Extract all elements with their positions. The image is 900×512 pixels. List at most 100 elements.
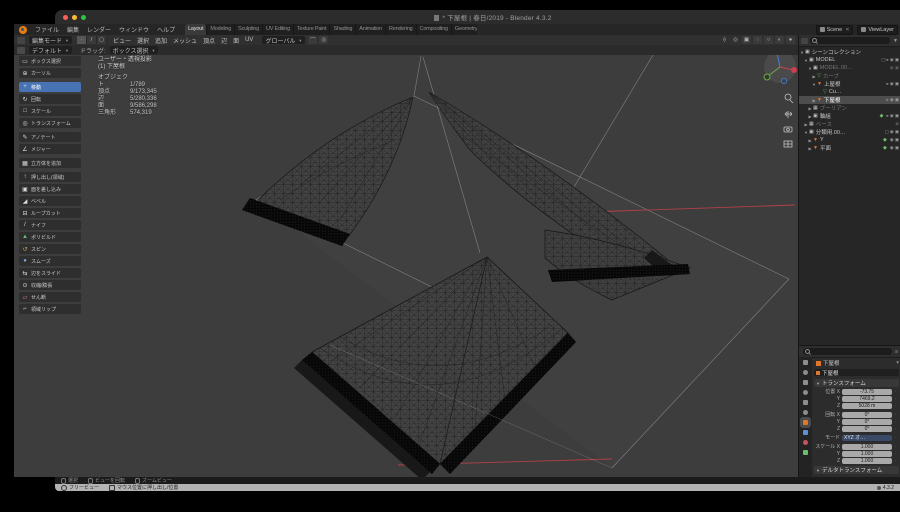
orientation-dropdown[interactable]: グローバル▼ [262,36,305,44]
exclude-checkbox-icon[interactable]: ▢ [881,57,885,63]
camera-icon[interactable]: ▣ [895,145,899,151]
menu-file[interactable]: ファイル [31,25,63,34]
outliner-display-mode-icon[interactable] [801,38,808,44]
tool-annotate[interactable]: ✎アノテート [19,132,81,142]
filter-icon[interactable]: ▼ [893,38,898,44]
hide-icon[interactable]: ◉ [895,121,899,127]
tool-extrude-region[interactable]: ↑押し出し(領域) [19,172,81,182]
tab-modeling[interactable]: Modeling [207,24,235,35]
tool-shrink-fatten[interactable]: ⊙収縮/膨張 [19,280,81,290]
outliner-row[interactable]: ▶▼Y◆◉▣ [799,136,900,144]
modifier-icon[interactable]: ◆ [880,113,884,119]
rotation-mode-dropdown[interactable]: XYZ オ… [842,435,892,441]
tool-edge-slide[interactable]: ⇆辺をスライド [19,268,81,278]
viewport-3d[interactable]: ユーザー・透視投影 (1) 下屋根 オブジェクト1/789 頂点9/173,34… [14,55,798,477]
outliner-row[interactable]: ▼▣MODEL.00…◉▣ [799,64,900,72]
tool-shear[interactable]: ▱せん断 [19,292,81,302]
menu-add[interactable]: 追加 [152,36,170,45]
hide-icon[interactable]: ◉ [890,81,894,87]
pin-icon[interactable]: ▾ [896,360,899,366]
edge-select-icon[interactable]: / [87,36,97,44]
menu-edge[interactable]: 辺 [218,36,230,45]
window-titlebar[interactable]: * 下屋根 | 春日/2019 - Blender 4.3.2 [55,10,900,24]
transform-panel-header[interactable]: ▼トランスフォーム [814,379,899,387]
tab-scene[interactable] [802,399,809,406]
tab-output[interactable] [802,379,809,386]
tool-scale[interactable]: □スケール [19,106,81,116]
tab-layout[interactable]: Layout [185,24,207,35]
clear-scene-icon[interactable]: ✕ [845,27,849,33]
tool-cursor[interactable]: ⊕カーソル [19,68,81,78]
blender-logo-icon[interactable] [19,26,27,34]
hide-icon[interactable]: ◉ [890,57,894,63]
outliner-row[interactable]: ▶▦ベース◉ [799,120,900,128]
outliner-row[interactable]: ▼▣MODEL▢▸◉▣ [799,56,900,64]
xray-toggle-icon[interactable]: ▣ [742,36,751,44]
tab-sculpting[interactable]: Sculpting [235,24,263,35]
tool-transform[interactable]: ◎トランスフォーム [19,118,81,128]
tool-smooth[interactable]: ●スムーズ [19,256,81,266]
menu-render[interactable]: レンダー [83,25,115,34]
camera-icon[interactable]: ▣ [895,65,899,71]
tool-add-cube[interactable]: ▦立方体を追加 [19,158,81,168]
outliner-row[interactable]: ▼▼上屋根▸◉▣ [799,80,900,88]
scene-selector[interactable]: Scene✕ [816,25,854,35]
outliner-row[interactable]: ▶▦ブーリアン [799,104,900,112]
shading-rendered-icon[interactable]: ● [786,36,795,44]
modifier-icon[interactable]: ◆ [883,145,887,151]
hide-icon[interactable]: ◉ [890,113,894,119]
outliner-row[interactable]: ▼▣分類用.00…▢◉▣ [799,128,900,136]
camera-icon[interactable]: ▣ [895,137,899,143]
select-toggle-icon[interactable]: ▸ [887,97,889,103]
menu-face[interactable]: 面 [230,36,242,45]
animate-dot-icon[interactable]: · [892,412,899,417]
close-window-button[interactable] [63,15,68,20]
outliner-row[interactable]: ▶▣軸組◆▸◉▣ [799,112,900,120]
object-name-field[interactable]: 下屋根 [814,369,899,376]
tool-poly-build[interactable]: ▲ポリビルド [19,232,81,242]
scale-z-field[interactable]: 1.000 [842,458,892,464]
tool-bevel[interactable]: ◢ベベル [19,196,81,206]
outliner-row[interactable]: ▽Cu… [799,88,900,96]
menu-view[interactable]: ビュー [110,36,134,45]
camera-icon[interactable]: ▣ [895,97,899,103]
tab-render[interactable] [802,369,809,376]
tool-knife[interactable]: /ナイフ [19,220,81,230]
tab-texture-paint[interactable]: Texture Paint [294,24,331,35]
properties-options-icon[interactable]: ≡ [895,349,898,355]
outliner-row-selected[interactable]: ▶▼下屋根▸◉▣ [799,96,900,104]
properties-search-input[interactable] [803,348,892,355]
face-select-icon[interactable]: ▢ [97,36,107,44]
proportional-edit-icon[interactable]: ◎ [319,36,328,44]
tab-world[interactable] [802,409,809,416]
menu-vertex[interactable]: 頂点 [200,36,218,45]
delta-transform-panel-header[interactable]: ▼デルタトランスフォーム [814,466,899,474]
animate-dot-icon[interactable]: · [892,435,899,440]
tool-measure[interactable]: ∠メジャー [19,144,81,154]
animate-dot-icon[interactable]: · [892,458,899,463]
camera-icon[interactable]: ▣ [895,129,899,135]
location-x-field[interactable]: -73.75 [842,389,892,395]
select-toggle-icon[interactable]: ▸ [887,57,889,63]
select-toggle-icon[interactable]: ▸ [887,113,889,119]
menu-window[interactable]: ウィンドウ [115,25,153,34]
view-layer-selector[interactable]: ViewLayer [857,25,898,35]
hide-icon[interactable]: ◉ [890,65,894,71]
overlays-icon[interactable]: ◎ [731,36,740,44]
tab-tool[interactable] [802,359,809,366]
animate-dot-icon[interactable]: · [892,426,899,431]
outliner-row[interactable]: ▼▣シーンコレクション [799,48,900,56]
camera-icon[interactable]: ▣ [895,113,899,119]
animate-dot-icon[interactable]: · [892,419,899,424]
animate-dot-icon[interactable]: · [892,444,899,449]
tab-rendering[interactable]: Rendering [386,24,417,35]
shading-wireframe-icon[interactable]: ◌ [753,36,762,44]
tab-compositing[interactable]: Compositing [417,24,452,35]
tool-box-select[interactable]: ▭ボックス選択 [19,56,81,66]
tab-physics[interactable] [802,439,809,446]
menu-mesh[interactable]: メッシュ [170,36,200,45]
gizmo-dropdown-icon[interactable]: ⟠ [720,36,729,44]
mode-dropdown[interactable]: 編集モード▼ [29,36,72,44]
animate-dot-icon[interactable]: · [892,396,899,401]
hide-icon[interactable]: ◉ [890,145,894,151]
